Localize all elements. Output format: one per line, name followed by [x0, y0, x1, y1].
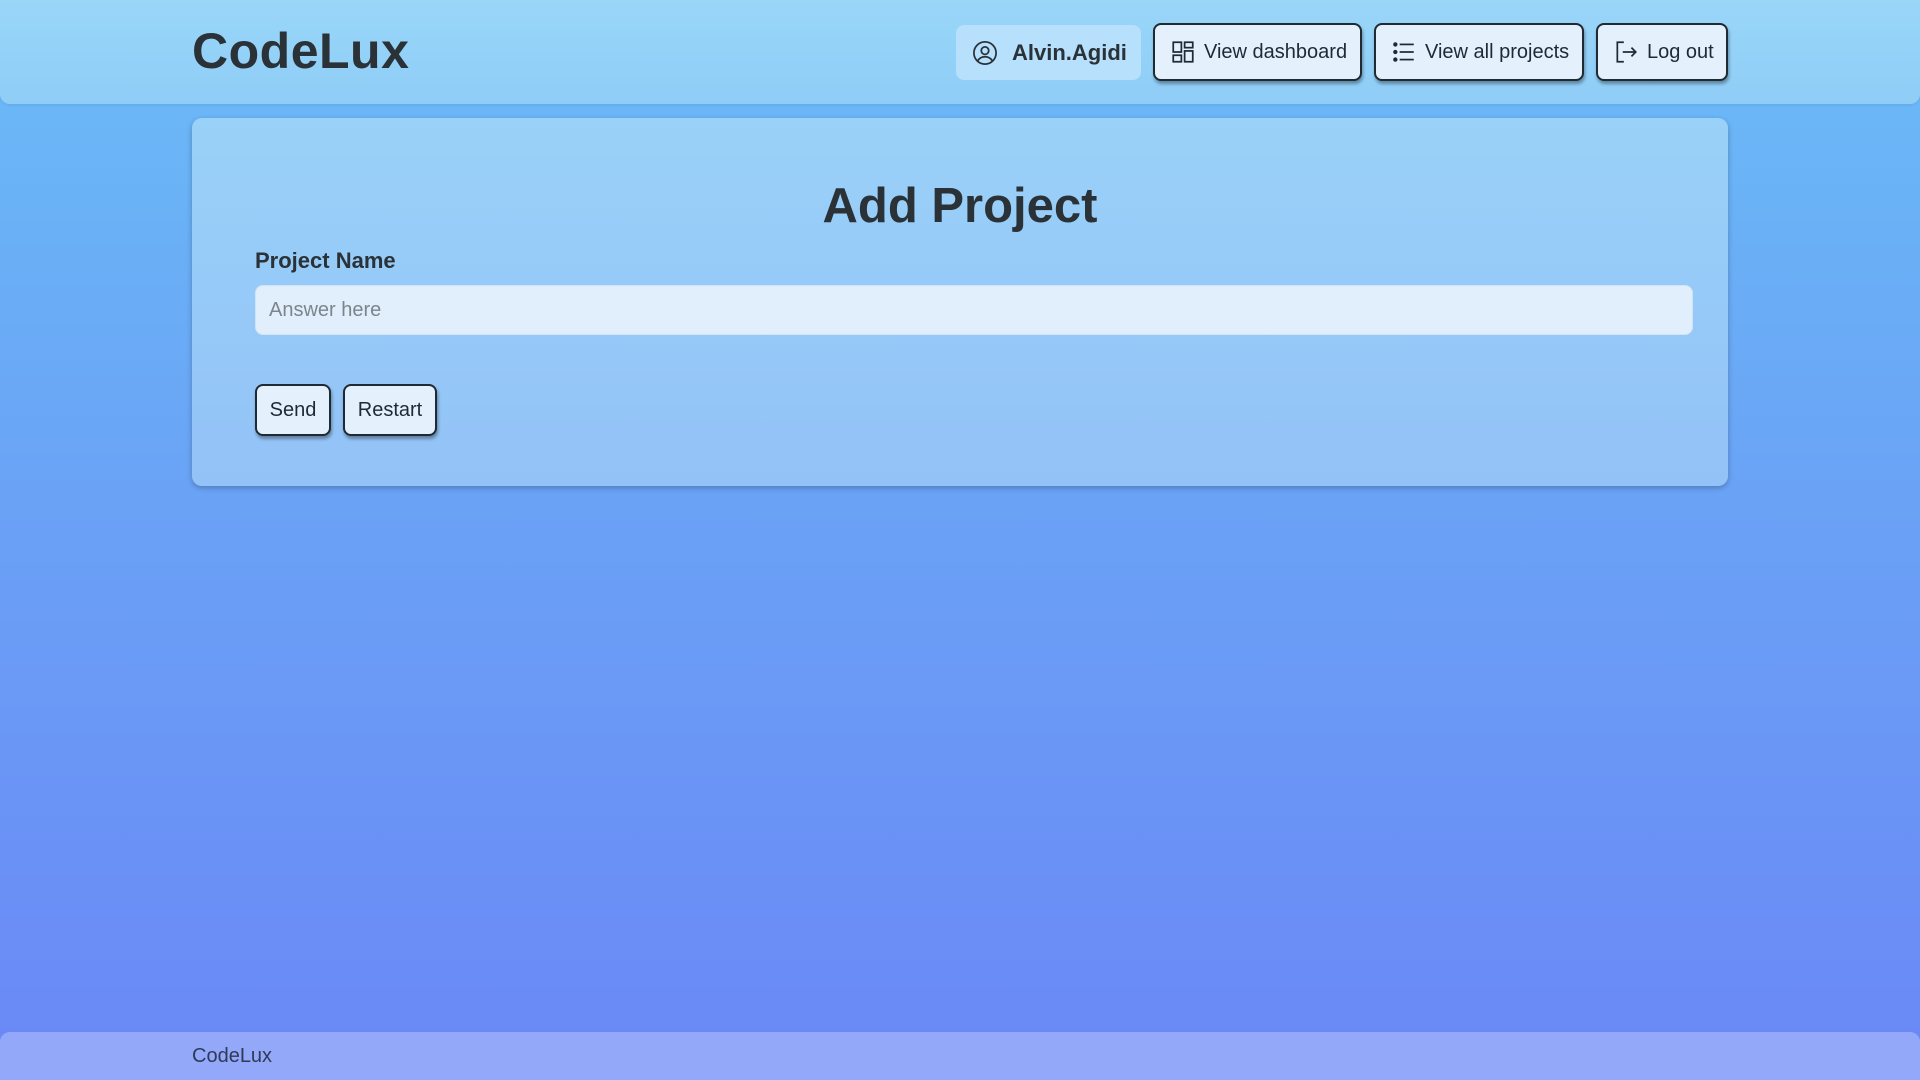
grid-icon	[1170, 39, 1196, 65]
project-name-label: Project Name	[255, 248, 396, 273]
log-out-button[interactable]: Log out	[1596, 23, 1728, 81]
page-footer: CodeLux	[0, 1032, 1920, 1080]
add-project-card: Add Project Project Name Send Restart	[192, 118, 1728, 486]
footer-brand: CodeLux	[192, 1045, 273, 1067]
user-chip[interactable]: Alvin.Agidi	[956, 25, 1141, 80]
restart-button[interactable]: Restart	[343, 384, 437, 436]
list-icon	[1391, 39, 1417, 65]
top-header: CodeLux Alvin.Agidi View dashboard View …	[0, 0, 1920, 104]
brand-logo-text[interactable]: CodeLux	[192, 22, 409, 80]
user-name: Alvin.Agidi	[1012, 39, 1127, 65]
send-button[interactable]: Send	[255, 384, 331, 436]
view-all-projects-button[interactable]: View all projects	[1374, 23, 1584, 81]
page-title: Add Project	[822, 179, 1098, 233]
view-dashboard-button[interactable]: View dashboard	[1153, 23, 1362, 81]
logout-icon	[1613, 39, 1639, 65]
view-all-projects-label: View all projects	[1425, 40, 1570, 63]
user-circle-icon	[971, 39, 999, 67]
view-dashboard-label: View dashboard	[1204, 40, 1348, 63]
project-name-input[interactable]	[255, 285, 1693, 335]
log-out-label: Log out	[1647, 40, 1714, 63]
